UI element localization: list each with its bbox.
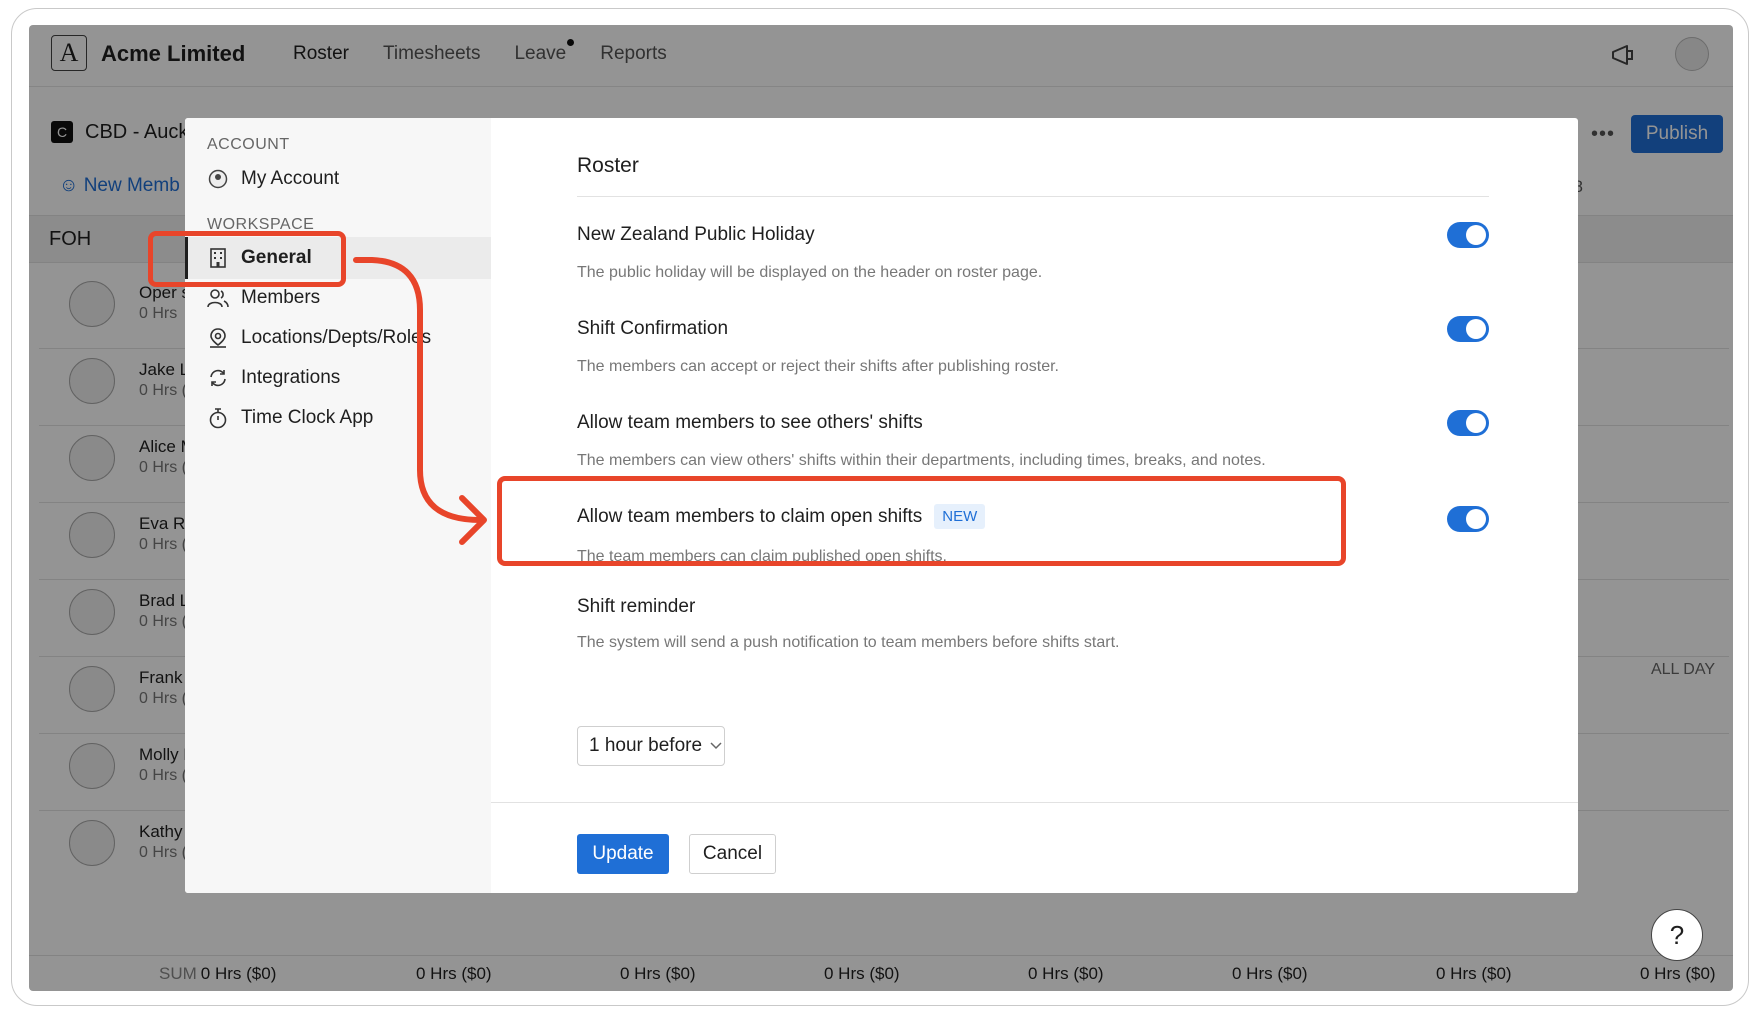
reminder-select[interactable]: 1 hour before <box>577 726 725 766</box>
update-button[interactable]: Update <box>577 834 669 874</box>
shift-confirmation-toggle[interactable] <box>1447 316 1489 342</box>
divider <box>577 196 1489 197</box>
help-button[interactable]: ? <box>1651 909 1703 961</box>
sidebar-item-integrations[interactable]: Integrations <box>185 357 491 399</box>
location-pin-icon <box>207 327 229 349</box>
sync-icon <box>207 367 229 389</box>
sidebar-item-my-account[interactable]: My Account <box>185 158 491 200</box>
see-others-shifts-toggle[interactable] <box>1447 410 1489 436</box>
setting-description: The members can accept or reject their s… <box>577 358 1059 375</box>
account-heading: ACCOUNT <box>207 136 290 153</box>
setting-description: The members can view others' shifts with… <box>577 452 1266 469</box>
sidebar-item-label: Locations/Depts/Roles <box>241 327 432 348</box>
cancel-button[interactable]: Cancel <box>689 834 776 874</box>
sidebar-item-label: Time Clock App <box>241 407 374 428</box>
section-title: Roster <box>577 154 639 177</box>
chevron-down-icon <box>710 742 722 750</box>
stopwatch-icon <box>207 407 229 429</box>
setting-see-others-shifts: Allow team members to see others' shifts… <box>577 410 1489 469</box>
sidebar-item-locations[interactable]: Locations/Depts/Roles <box>185 317 491 359</box>
claim-open-shifts-toggle[interactable] <box>1447 506 1489 532</box>
setting-label: New Zealand Public Holiday <box>577 224 815 245</box>
setting-shift-reminder: Shift reminder The system will send a pu… <box>577 596 1489 651</box>
sidebar-item-time-clock[interactable]: Time Clock App <box>185 397 491 439</box>
setting-description: The system will send a push notification… <box>577 634 1120 651</box>
setting-label: Allow team members to see others' shifts <box>577 412 923 433</box>
highlight-box-general <box>148 231 346 287</box>
sidebar-item-label: My Account <box>241 168 340 189</box>
users-icon <box>207 287 229 309</box>
setting-description: The public holiday will be displayed on … <box>577 264 1043 281</box>
setting-label: Shift reminder <box>577 596 696 617</box>
avatar <box>207 168 229 190</box>
setting-shift-confirmation: Shift Confirmation The members can accep… <box>577 316 1489 375</box>
setting-label: Shift Confirmation <box>577 318 729 339</box>
reminder-value: 1 hour before <box>589 735 703 756</box>
footer-divider <box>491 802 1578 803</box>
highlight-box-claim-setting <box>497 476 1346 566</box>
public-holiday-toggle[interactable] <box>1447 222 1489 248</box>
sidebar-item-label: Integrations <box>241 367 341 388</box>
setting-public-holiday: New Zealand Public Holiday The public ho… <box>577 222 1489 281</box>
sidebar-item-label: Members <box>241 287 321 308</box>
